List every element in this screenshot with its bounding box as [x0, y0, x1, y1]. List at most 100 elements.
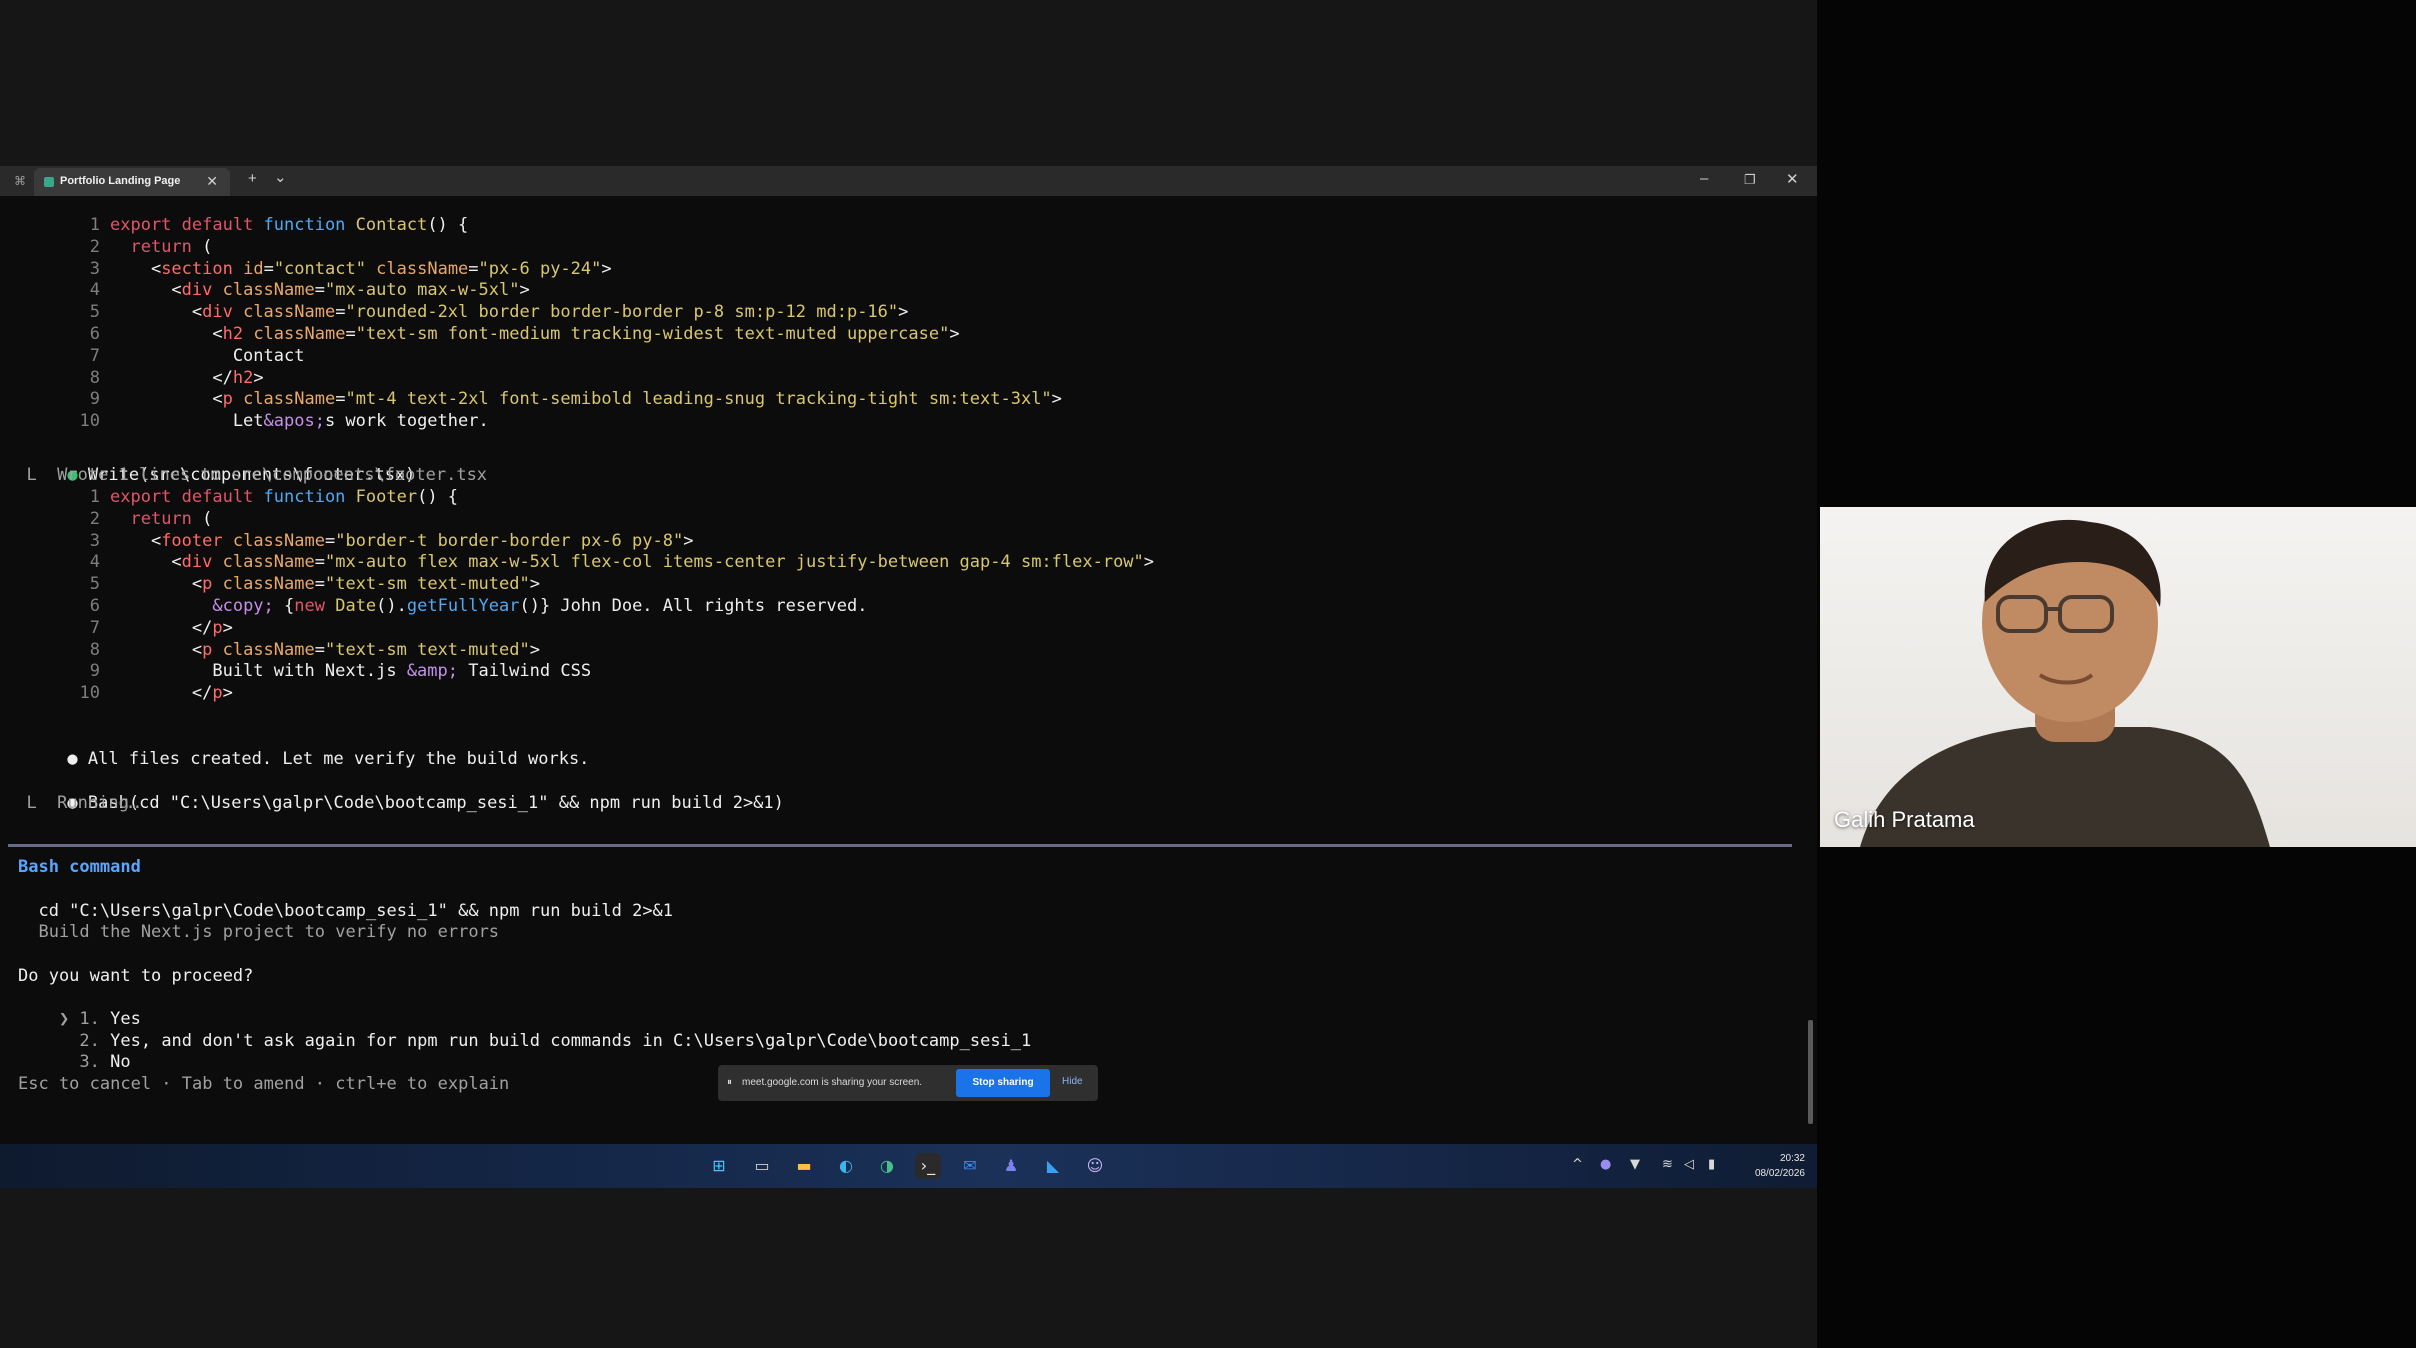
code-token: > — [949, 324, 960, 344]
code-line: 8 <p className="text-sm text-muted"> — [0, 639, 540, 661]
restore-button[interactable]: ❐ — [1744, 172, 1756, 188]
code-token: export default — [110, 487, 264, 507]
code-token: = — [335, 302, 346, 323]
code-token: > — [1143, 552, 1155, 573]
line-number: 4 — [89, 280, 100, 301]
code-token: ()} John Doe. All rights reserved. — [519, 596, 868, 616]
outlook-icon[interactable]: ✉ — [957, 1153, 983, 1179]
code-token: > — [222, 617, 233, 638]
minimize-button[interactable]: – — [1700, 170, 1708, 187]
code-token: className — [212, 280, 315, 301]
line-number: 7 — [89, 617, 100, 638]
line-number: 9 — [89, 661, 100, 682]
tab-portfolio-landing-page[interactable]: Portfolio Landing Page ✕ — [34, 168, 230, 196]
code-token: p — [212, 683, 223, 704]
close-button[interactable]: ✕ — [1786, 170, 1799, 188]
battery-icon[interactable]: ▮ — [1708, 1157, 1715, 1172]
code-token: className — [212, 552, 315, 573]
code-token: > — [601, 258, 612, 279]
tab-dropdown-icon[interactable]: ⌄ — [274, 168, 287, 186]
code-token: < — [110, 530, 162, 551]
code-token: return — [130, 508, 192, 529]
line-number: 8 — [89, 367, 100, 388]
code-token: p — [222, 389, 233, 410]
edge-beta-icon[interactable]: ◑ — [874, 1153, 900, 1179]
tab-close-icon[interactable]: ✕ — [206, 173, 218, 190]
teams-icon[interactable]: ♟ — [998, 1153, 1024, 1179]
prompt-title: Bash command — [18, 857, 141, 877]
code-token: "mt-4 text-2xl font-semibold leading-snu… — [345, 389, 1052, 410]
stop-sharing-button[interactable]: Stop sharing — [956, 1069, 1050, 1097]
discord-icon[interactable]: ☺ — [1082, 1153, 1108, 1179]
code-token: className — [212, 639, 315, 660]
bash-tool-call: ● Bash(cd "C:\Users\galpr\Code\bootcamp_… — [67, 793, 784, 813]
line-number: 8 — [89, 639, 100, 660]
code-token: Contact — [355, 215, 428, 235]
code-line: 10 Let&apos;s work together. — [0, 410, 489, 432]
option-yes-dont-ask-again[interactable]: 2. Yes, and don't ask again for npm run … — [18, 1008, 1031, 1051]
hide-button[interactable]: Hide — [1062, 1076, 1083, 1087]
code-token: = — [263, 258, 274, 279]
code-token: className — [212, 574, 315, 595]
option-yes[interactable]: ❯ 1. Yes — [18, 986, 141, 1029]
tray-overflow-chevron-icon[interactable]: ^ — [1572, 1157, 1583, 1172]
code-token: "mx-auto flex max-w-5xl flex-col items-c… — [324, 552, 1144, 573]
code-token: div — [181, 280, 213, 301]
pause-icon: ⏸ — [727, 1077, 732, 1088]
shield-tray-icon[interactable]: ▼ — [1630, 1157, 1640, 1172]
speaker-icon[interactable]: ◁ — [1684, 1157, 1694, 1172]
wifi-icon[interactable]: ≋ — [1662, 1157, 1673, 1172]
message-dot-icon: ● — [67, 749, 88, 769]
teams-tray-icon[interactable]: ● — [1600, 1157, 1611, 1172]
code-token: "text-sm text-muted" — [324, 639, 530, 660]
participant-video-feed — [1860, 519, 2270, 847]
code-token: className — [232, 302, 336, 323]
system-clock[interactable]: 20:32 08/02/2026 — [1755, 1151, 1805, 1181]
prompt-command: cd "C:\Users\galpr\Code\bootcamp_sesi_1"… — [18, 901, 674, 921]
file-explorer-icon[interactable]: ▬ — [791, 1153, 817, 1179]
code-line: 3 <section id="contact" className="px-6 … — [0, 258, 612, 280]
line-number: 2 — [89, 508, 100, 529]
code-token: "px-6 py-24" — [478, 258, 602, 279]
code-line: 7 </p> — [0, 617, 233, 639]
code-line: 2 return ( — [0, 236, 213, 258]
terminal-icon[interactable]: ›_ — [915, 1153, 941, 1179]
code-token: "mx-auto max-w-5xl" — [324, 280, 520, 301]
code-line: 2 return ( — [0, 508, 213, 530]
line-number: 4 — [89, 552, 100, 573]
code-token: < — [110, 258, 162, 279]
code-token: { — [273, 596, 295, 616]
code-token: getFullYear — [406, 596, 520, 616]
code-token: < — [110, 280, 182, 301]
code-token: footer — [161, 530, 223, 551]
code-token: () { — [427, 215, 469, 235]
line-number: 5 — [89, 302, 100, 323]
code-token: Date — [335, 596, 377, 616]
code-token: "text-sm font-medium tracking-widest tex… — [355, 324, 950, 344]
code-line: 9 Built with Next.js &amp; Tailwind CSS — [0, 660, 591, 682]
code-token: "contact" — [273, 258, 366, 279]
terminal-output[interactable]: 1 export default function Contact() {2 re… — [0, 196, 1817, 1144]
option-no[interactable]: 3. No — [18, 1029, 130, 1072]
terminal-scrollbar[interactable] — [1808, 1020, 1813, 1124]
participant-video-tile[interactable]: Galih Pratama — [1820, 507, 2416, 847]
line-number: 10 — [79, 683, 100, 704]
code-token: Contact — [110, 345, 305, 366]
new-tab-button[interactable]: + — [248, 170, 257, 187]
code-line: 6 &copy; {new Date().getFullYear()} John… — [0, 595, 868, 617]
code-line: 6 <h2 className="text-sm font-medium tra… — [0, 323, 960, 345]
vscode-icon[interactable]: ◣ — [1040, 1153, 1066, 1179]
code-token: "border-t border-border px-6 py-8" — [335, 530, 684, 551]
code-token: ( — [191, 236, 213, 257]
windows-start-icon[interactable]: ⊞ — [706, 1153, 732, 1179]
code-line: 5 <div className="rounded-2xl border bor… — [0, 301, 909, 323]
code-token: > — [253, 367, 264, 388]
line-number: 2 — [89, 236, 100, 257]
code-token: > — [683, 530, 694, 551]
line-number: 5 — [89, 574, 100, 595]
task-view-icon[interactable]: ▭ — [749, 1153, 775, 1179]
code-line: 4 <div className="mx-auto flex max-w-5xl… — [0, 551, 1154, 573]
code-token: new — [294, 596, 336, 616]
code-token: < — [110, 552, 182, 573]
edge-browser-icon[interactable]: ◐ — [833, 1153, 859, 1179]
